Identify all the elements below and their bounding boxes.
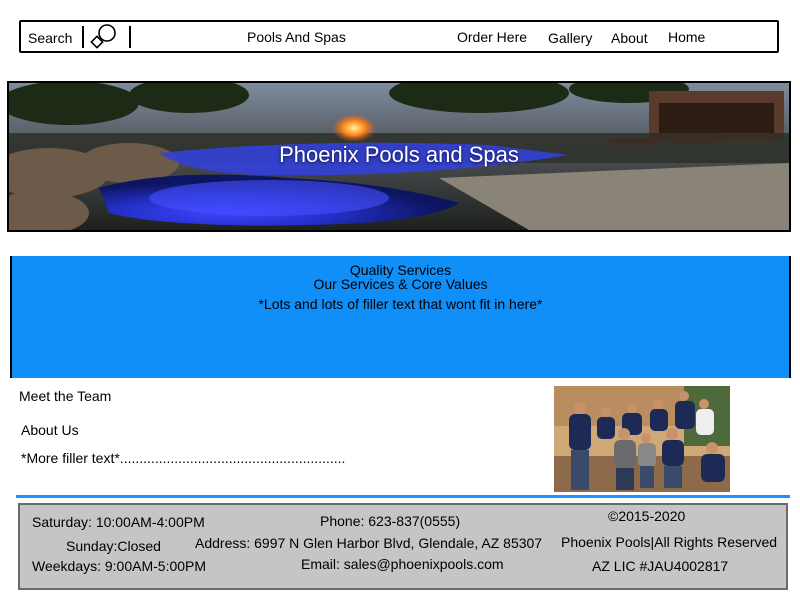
about-filler-text: *More filler text*......................… [21,450,346,466]
hours-sunday: Sunday:Closed [66,538,161,554]
search-icon[interactable] [89,21,121,51]
footer-email[interactable]: Email: sales@phoenixpools.com [301,556,504,573]
nav-separator [82,26,84,48]
team-photo [554,386,730,492]
site-title[interactable]: Pools And Spas [247,28,346,46]
top-nav-bar [19,20,779,53]
about-us-heading[interactable]: About Us [21,422,79,439]
nav-link-about[interactable]: About [611,29,648,47]
footer-phone: Phone: 623-837(0555) [320,513,461,529]
nav-link-gallery[interactable]: Gallery [548,29,592,47]
footer-copyright: ©2015-2020 [608,508,686,524]
services-subheading: Our Services & Core Values [313,276,488,292]
nav-link-order-here[interactable]: Order Here [457,28,527,46]
hours-weekdays: Weekdays: 9:00AM-5:00PM [32,558,207,574]
meet-team-heading: Meet the Team [19,388,112,404]
hours-saturday: Saturday: 10:00AM-4:00PM [32,514,205,530]
section-divider [16,495,790,498]
search-label[interactable]: Search [28,29,72,47]
services-section: Quality Services Our Services & Core Val… [10,256,791,378]
nav-separator [129,26,131,48]
hero-banner: Phoenix Pools and Spas [7,81,791,232]
footer-address: Address: 6997 N Glen Harbor Blvd, Glenda… [195,535,543,551]
footer-license: AZ LIC #JAU4002817 [592,558,729,574]
nav-link-home[interactable]: Home [668,28,705,46]
footer-rights: Phoenix Pools|All Rights Reserved [561,534,778,550]
hero-title: Phoenix Pools and Spas [279,142,519,167]
services-body-text: *Lots and lots of filler text that wont … [258,296,543,312]
